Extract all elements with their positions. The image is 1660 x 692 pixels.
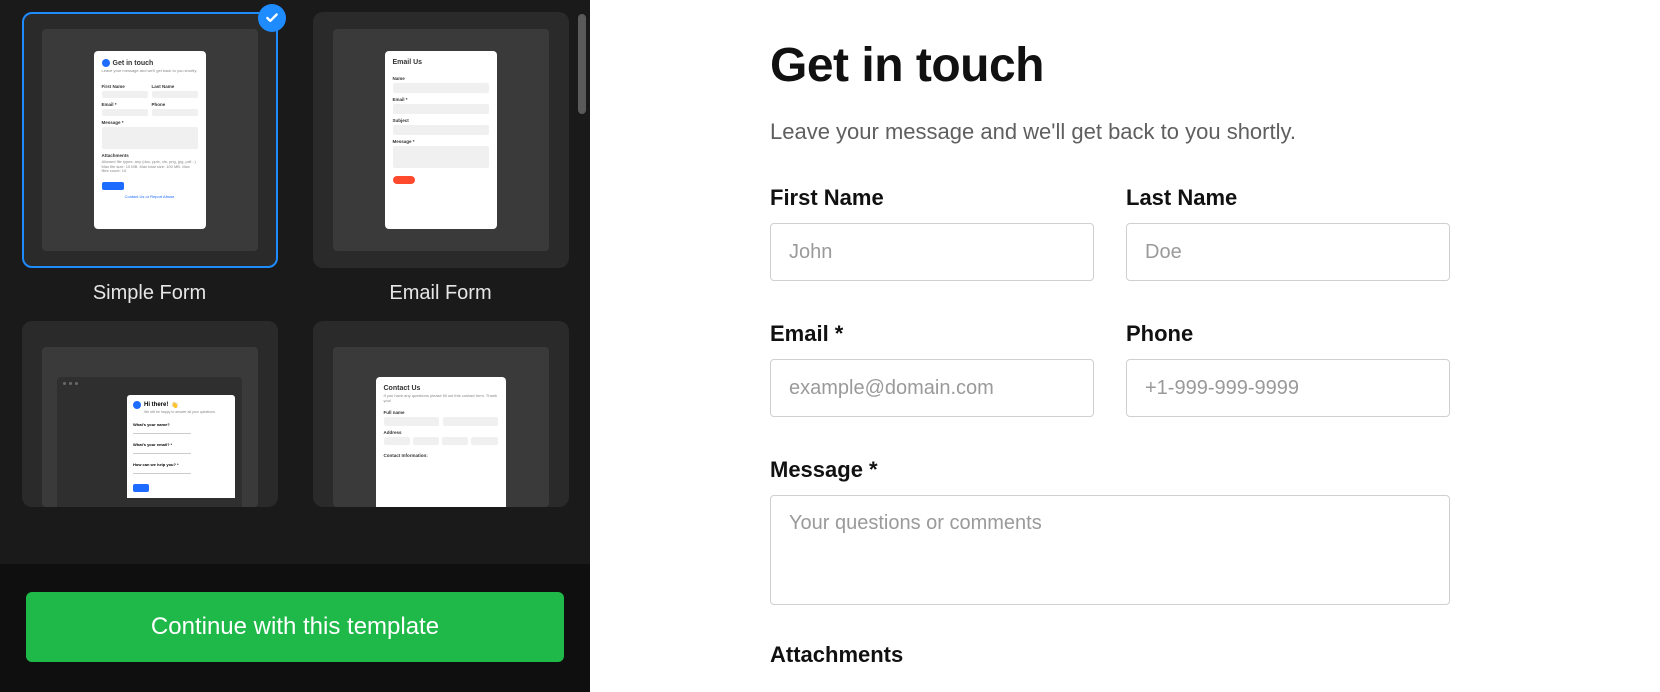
selected-check-icon xyxy=(258,4,286,32)
mini-preview-chat-form: Hi there!👋 We will be happy to answer al… xyxy=(57,377,242,507)
template-card-chat-form[interactable]: Hi there!👋 We will be happy to answer al… xyxy=(16,321,283,507)
form-title: Get in touch xyxy=(770,38,1450,93)
mini-preview-simple-form: Get in touch Leave your message and we'l… xyxy=(94,51,206,229)
template-grid: Get in touch Leave your message and we'l… xyxy=(8,12,582,507)
template-label: Simple Form xyxy=(93,282,206,305)
template-thumbnail: Hi there!👋 We will be happy to answer al… xyxy=(22,321,278,507)
template-card-contact-us[interactable]: Contact Us If you have any questions ple… xyxy=(307,321,574,507)
form-preview: Get in touch Leave your message and we'l… xyxy=(770,38,1450,668)
template-thumbnail: Get in touch Leave your message and we'l… xyxy=(22,12,278,268)
template-card-simple-form[interactable]: Get in touch Leave your message and we'l… xyxy=(16,12,283,305)
continue-button[interactable]: Continue with this template xyxy=(26,592,564,662)
mini-preview-email-form: Email Us Name Email * Subject Message * xyxy=(385,51,497,229)
continue-bar: Continue with this template xyxy=(0,564,590,692)
first-name-label: First Name xyxy=(770,185,1094,211)
mini-sub: Leave your message and we'll get back to… xyxy=(102,69,198,74)
last-name-input[interactable] xyxy=(1126,223,1450,281)
template-thumbnail: Email Us Name Email * Subject Message * xyxy=(313,12,569,268)
first-name-input[interactable] xyxy=(770,223,1094,281)
email-label: Email * xyxy=(770,321,1094,347)
templates-scroll-area[interactable]: Get in touch Leave your message and we'l… xyxy=(0,0,590,564)
last-name-label: Last Name xyxy=(1126,185,1450,211)
thumbnail-canvas: Contact Us If you have any questions ple… xyxy=(333,347,549,507)
attachments-label: Attachments xyxy=(770,642,1450,668)
thumbnail-canvas: Hi there!👋 We will be happy to answer al… xyxy=(42,347,258,507)
template-label: Email Form xyxy=(389,282,491,305)
email-input[interactable] xyxy=(770,359,1094,417)
phone-label: Phone xyxy=(1126,321,1450,347)
form-subtitle: Leave your message and we'll get back to… xyxy=(770,119,1450,145)
template-picker-panel: Get in touch Leave your message and we'l… xyxy=(0,0,590,692)
message-textarea[interactable] xyxy=(770,495,1450,605)
template-card-email-form[interactable]: Email Us Name Email * Subject Message * xyxy=(307,12,574,305)
thumbnail-canvas: Email Us Name Email * Subject Message * xyxy=(333,29,549,251)
thumbnail-canvas: Get in touch Leave your message and we'l… xyxy=(42,29,258,251)
phone-input[interactable] xyxy=(1126,359,1450,417)
mini-preview-contact-us: Contact Us If you have any questions ple… xyxy=(376,377,506,507)
template-thumbnail: Contact Us If you have any questions ple… xyxy=(313,321,569,507)
scrollbar-thumb[interactable] xyxy=(578,14,586,114)
mini-title: Get in touch xyxy=(113,60,154,67)
message-label: Message * xyxy=(770,457,1450,483)
form-preview-panel: Get in touch Leave your message and we'l… xyxy=(590,0,1660,692)
